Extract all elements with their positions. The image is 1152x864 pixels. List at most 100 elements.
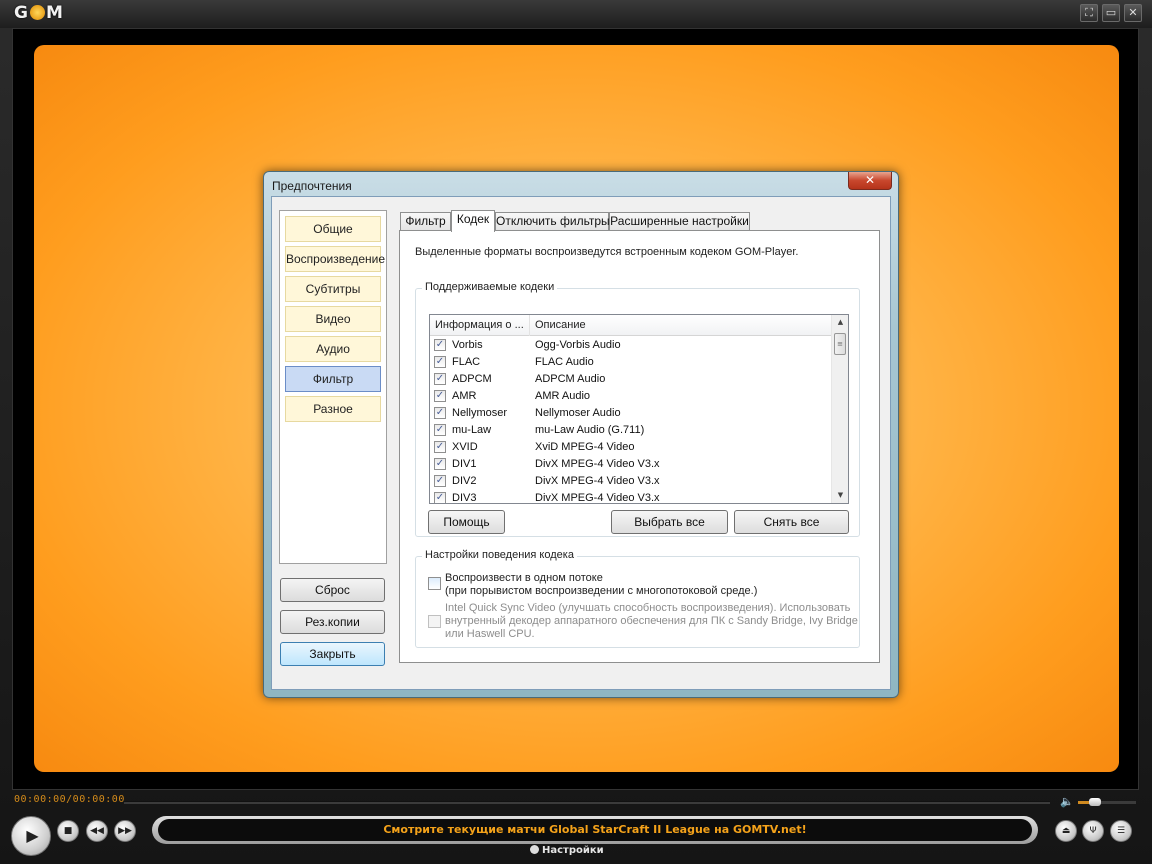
scroll-down-icon[interactable]: ▼	[832, 488, 848, 503]
title-bar: GM ⛶ ▭ ✕	[0, 0, 1152, 28]
maximize-button[interactable]: ▭	[1102, 4, 1120, 22]
category-audio[interactable]: Аудио	[285, 336, 381, 362]
category-general[interactable]: Общие	[285, 216, 381, 242]
equalizer-icon[interactable]: Ψ	[1082, 820, 1104, 842]
dialog-close-button[interactable]: ✕	[848, 172, 892, 190]
logo-o-icon	[29, 5, 45, 20]
play-button[interactable]: ▶	[11, 816, 51, 856]
codec-checkbox[interactable]: ✓	[434, 458, 446, 470]
single-thread-checkbox[interactable]	[428, 577, 441, 590]
tab-disable-filters[interactable]: Отключить фильтры	[495, 212, 610, 231]
gom-logo: GM	[14, 3, 64, 23]
codec-checkbox[interactable]: ✓	[434, 424, 446, 436]
codec-row[interactable]: ✓ DIV1 DivX MPEG-4 Video V3.x	[430, 456, 832, 473]
category-playback[interactable]: Воспроизведение	[285, 246, 385, 272]
single-thread-line-2: (при порывистом воспроизведении с многоп…	[445, 585, 758, 597]
seek-row: 00:00:00/00:00:00 🔈	[0, 792, 1152, 812]
codec-name: Nellymoser	[452, 407, 508, 419]
codec-row[interactable]: ✓ FLAC FLAC Audio	[430, 354, 832, 371]
column-description[interactable]: Описание	[530, 315, 832, 336]
ticker-text[interactable]: Смотрите текущие матчи Global StarCraft …	[158, 819, 1032, 841]
tab-codec[interactable]: Кодек	[451, 210, 495, 232]
codec-checkbox[interactable]: ✓	[434, 407, 446, 419]
category-subtitles[interactable]: Субтитры	[285, 276, 381, 302]
deselect-all-button[interactable]: Снять все	[734, 510, 849, 534]
close-button[interactable]: ✕	[1124, 4, 1142, 22]
codec-desc: ADPCM Audio	[535, 373, 606, 385]
dialog-title: Предпочтения	[272, 179, 352, 193]
codec-checkbox[interactable]: ✓	[434, 356, 446, 368]
codec-row[interactable]: ✓ XVID XviD MPEG-4 Video	[430, 439, 832, 456]
codec-checkbox[interactable]: ✓	[434, 441, 446, 453]
quick-sync-checkbox[interactable]	[428, 615, 441, 628]
codec-row[interactable]: ✓ mu-Law mu-Law Audio (G.711)	[430, 422, 832, 439]
codec-row[interactable]: ✓ DIV3 DivX MPEG-4 Video V3.x	[430, 490, 832, 504]
codec-list[interactable]: Информация о ... Описание ✓ Vorbis Ogg-Vor…	[429, 314, 849, 504]
category-misc[interactable]: Разное	[285, 396, 381, 422]
scroll-thumb[interactable]: ≡	[834, 333, 846, 355]
scroll-up-icon[interactable]: ▲	[832, 315, 848, 330]
tab-advanced-settings[interactable]: Расширенные настройки	[609, 212, 750, 231]
help-button[interactable]: Помощь	[428, 510, 505, 534]
codec-description: Выделенные форматы воспроизведутся встро…	[415, 246, 799, 258]
eject-icon[interactable]: ⏏	[1055, 820, 1077, 842]
previous-button[interactable]: ◀◀	[86, 820, 108, 842]
dialog-client: Общие Воспроизведение Субтитры Видео Ауд…	[271, 196, 891, 690]
window-buttons: ⛶ ▭ ✕	[1080, 4, 1142, 22]
codec-list-scrollbar[interactable]: ▲ ≡ ▼	[831, 315, 848, 503]
playlist-icon[interactable]: ☰	[1110, 820, 1132, 842]
codec-name: DIV1	[452, 458, 477, 470]
preferences-dialog: Предпочтения ✕ Общие Воспроизведение Суб…	[263, 171, 899, 698]
codec-row[interactable]: ✓ DIV2 DivX MPEG-4 Video V3.x	[430, 473, 832, 490]
seek-bar[interactable]	[124, 801, 1050, 804]
column-info[interactable]: Информация о ...	[430, 315, 530, 336]
codec-checkbox[interactable]: ✓	[434, 390, 446, 402]
codec-behavior-group: Настройки поведения кодека Воспроизвести…	[415, 549, 860, 648]
codec-desc: DivX MPEG-4 Video V3.x	[535, 475, 660, 487]
codec-desc: DivX MPEG-4 Video V3.x	[535, 458, 660, 470]
gom-player-window: GM ⛶ ▭ ✕ 00:00:00/00:00:00 🔈 ▶ ■ ◀◀ ▶▶ С…	[0, 0, 1152, 864]
codec-checkbox[interactable]: ✓	[434, 492, 446, 503]
next-button[interactable]: ▶▶	[114, 820, 136, 842]
codec-list-header: Информация о ... Описание	[430, 315, 832, 336]
reset-button[interactable]: Сброс	[280, 578, 385, 602]
codec-checkbox[interactable]: ✓	[434, 373, 446, 385]
select-all-button[interactable]: Выбрать все	[611, 510, 728, 534]
codec-name: FLAC	[452, 356, 481, 368]
codec-row[interactable]: ✓ ADPCM ADPCM Audio	[430, 371, 832, 388]
quick-sync-line-1: Intel Quick Sync Video (улучшать способн…	[445, 602, 851, 614]
tab-filter[interactable]: Фильтр	[400, 212, 451, 231]
codec-desc: Nellymoser Audio	[535, 407, 621, 419]
codec-tab-page: Выделенные форматы воспроизведутся встро…	[399, 230, 880, 663]
codec-row[interactable]: ✓ Vorbis Ogg-Vorbis Audio	[430, 337, 832, 354]
codec-desc: Ogg-Vorbis Audio	[535, 339, 621, 351]
settings-icon	[530, 845, 539, 854]
backup-button[interactable]: Рез.копии	[280, 610, 385, 634]
category-video[interactable]: Видео	[285, 306, 381, 332]
volume-knob[interactable]	[1089, 798, 1102, 806]
settings-link[interactable]: Настройки	[530, 845, 604, 856]
news-ticker[interactable]: Смотрите текущие матчи Global StarCraft …	[152, 816, 1038, 844]
category-filter[interactable]: Фильтр	[285, 366, 381, 392]
codec-behavior-label: Настройки поведения кодека	[422, 549, 577, 561]
codec-rows: ✓ Vorbis Ogg-Vorbis Audio ✓ FLAC FLAC Audio ✓ A…	[430, 337, 832, 504]
fullscreen-button[interactable]: ⛶	[1080, 4, 1098, 22]
codec-name: DIV3	[452, 492, 477, 504]
codec-name: AMR	[452, 390, 477, 402]
supported-codecs-group: Поддерживаемые кодеки Информация о ... О…	[415, 281, 860, 537]
time-display: 00:00:00/00:00:00	[14, 794, 125, 805]
codec-row[interactable]: ✓ AMR AMR Audio	[430, 388, 832, 405]
close-dialog-button[interactable]: Закрыть	[280, 642, 385, 666]
quick-sync-label: Intel Quick Sync Video (улучшать способн…	[445, 602, 858, 641]
codec-checkbox[interactable]: ✓	[434, 475, 446, 487]
codec-name: DIV2	[452, 475, 477, 487]
control-bar: ▶ ■ ◀◀ ▶▶ Смотрите текущие матчи Global …	[0, 812, 1152, 864]
codec-checkbox[interactable]: ✓	[434, 339, 446, 351]
codec-desc: AMR Audio	[535, 390, 591, 402]
volume-slider[interactable]	[1078, 798, 1136, 806]
codec-row[interactable]: ✓ Nellymoser Nellymoser Audio	[430, 405, 832, 422]
quick-sync-line-2: внутренный декодер аппаратного обеспечен…	[445, 615, 858, 627]
speaker-icon[interactable]: 🔈	[1060, 795, 1074, 808]
stop-button[interactable]: ■	[57, 820, 79, 842]
single-thread-label[interactable]: Воспроизвести в одном потоке (при порыви…	[445, 572, 757, 598]
